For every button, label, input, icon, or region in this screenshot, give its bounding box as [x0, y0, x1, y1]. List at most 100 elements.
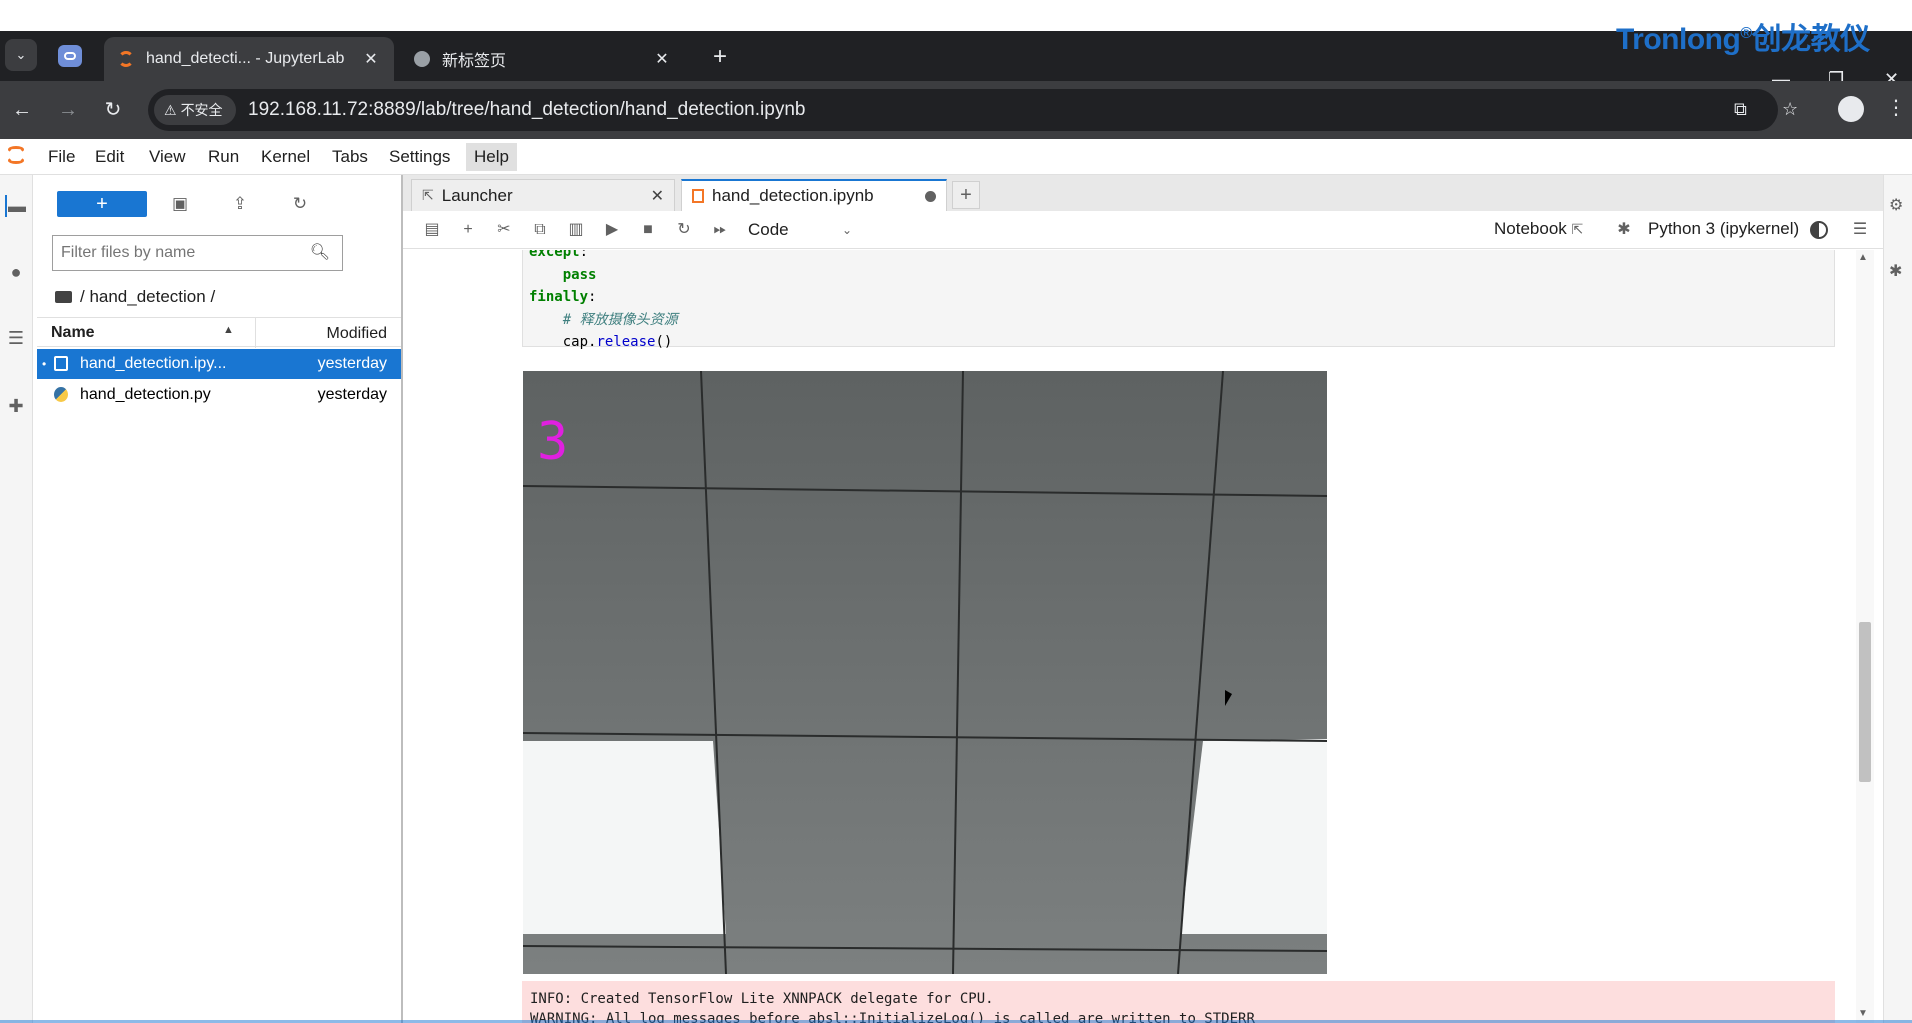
cut-icon[interactable]: ✂	[493, 219, 515, 241]
search-icon: 🔍︎	[309, 244, 330, 261]
insert-cell-icon[interactable]: +	[457, 219, 479, 241]
restart-icon[interactable]: ↻	[673, 219, 695, 241]
column-modified[interactable]: Modified	[327, 325, 387, 343]
left-sidebar: ▬ ● ☰ ✚	[0, 175, 33, 1023]
kernel-status-icon	[1810, 221, 1828, 239]
tab-label: Launcher	[441, 185, 513, 205]
file-list-header: Name ▲ Modified	[37, 317, 401, 348]
tab-label: hand_detection.ipynb	[712, 186, 874, 205]
tab-group-icon[interactable]	[58, 45, 82, 67]
stop-icon[interactable]: ■	[637, 219, 659, 241]
translate-icon[interactable]: ⧉	[1734, 99, 1747, 120]
back-arrow-icon[interactable]: ←	[8, 96, 36, 124]
menu-kernel[interactable]: Kernel	[253, 143, 318, 171]
security-chip[interactable]: ⚠ 不安全	[154, 95, 236, 125]
scroll-down-icon[interactable]: ▼	[1858, 1008, 1868, 1019]
new-launcher-button[interactable]: +	[57, 191, 147, 217]
copy-icon[interactable]: ⧉	[529, 219, 551, 241]
paste-icon[interactable]: ▥	[565, 219, 587, 241]
finger-count-text: 3	[537, 412, 568, 472]
code-line: pass	[562, 266, 597, 283]
notebook-scrollbar[interactable]: ▲ ▼	[1856, 250, 1874, 1023]
tab-close-icon[interactable]: ✕	[653, 49, 671, 69]
sort-ascending-icon: ▲	[223, 324, 234, 336]
jupyter-logo-icon	[6, 144, 26, 168]
scrollbar-thumb[interactable]	[1859, 622, 1871, 782]
new-tab-button[interactable]: +	[706, 44, 734, 72]
running-dot-icon: •	[42, 357, 47, 371]
cell-type-select[interactable]: Code ⌄	[748, 218, 858, 242]
running-kernels-icon[interactable]: ●	[5, 261, 27, 283]
tab-launcher[interactable]: ⇱ Launcher ✕	[411, 179, 675, 211]
address-bar: ← → ↻ ⚠ 不安全 192.168.11.72:8889/lab/tree/…	[0, 81, 1912, 139]
forward-arrow-icon[interactable]: →	[54, 96, 82, 124]
column-name[interactable]: Name	[51, 324, 95, 342]
external-link-icon: ⇱	[1571, 221, 1584, 237]
ceiling-photo: 3	[523, 371, 1327, 974]
kernel-name[interactable]: Python 3 (ipykernel)	[1648, 219, 1799, 239]
add-tab-button[interactable]: +	[952, 181, 980, 209]
mouse-cursor-icon	[1225, 690, 1232, 706]
browser-tab-new[interactable]: 新标签页 ✕	[400, 37, 685, 81]
menu-view[interactable]: View	[141, 143, 194, 171]
breadcrumb[interactable]: / hand_detection /	[55, 287, 215, 307]
save-icon[interactable]: ▤	[421, 219, 443, 241]
external-link-icon: ⇱	[422, 187, 434, 203]
debugger-bug-icon[interactable]: ✱	[1613, 219, 1635, 241]
tab-close-icon[interactable]: ✕	[362, 49, 380, 69]
jupyter-menubar: File Edit View Run Kernel Tabs Settings …	[0, 139, 1912, 175]
table-of-contents-icon[interactable]: ☰	[5, 327, 27, 349]
extensions-puzzle-icon[interactable]: ✚	[5, 395, 27, 417]
menu-run[interactable]: Run	[200, 143, 247, 171]
folder-icon[interactable]: ▬	[5, 195, 27, 217]
unsaved-dot-icon[interactable]	[925, 190, 936, 202]
fast-forward-icon[interactable]: ⏩︎	[709, 219, 731, 241]
menu-settings[interactable]: Settings	[381, 143, 458, 171]
reload-icon[interactable]: ↻	[99, 96, 127, 124]
tab-search-button[interactable]: ⌄	[5, 39, 37, 71]
filter-input[interactable]	[61, 242, 301, 264]
refresh-icon[interactable]: ↻	[287, 191, 313, 217]
menu-edit[interactable]: Edit	[87, 143, 132, 171]
file-name: hand_detection.py	[80, 386, 211, 403]
code-line: # 释放摄像头资源	[562, 311, 678, 328]
main-area: ⇱ Launcher ✕ hand_detection.ipynb + ▤ + …	[403, 175, 1883, 1023]
profile-avatar-icon[interactable]	[1838, 96, 1864, 122]
python-file-icon	[54, 387, 68, 402]
screen: ⌄ hand_detecti... - JupyterLab ✕ 新标签页 ✕ …	[0, 0, 1912, 1023]
menu-help[interactable]: Help	[466, 143, 517, 171]
upload-icon[interactable]: ⇪	[227, 191, 253, 217]
tab-close-icon[interactable]: ✕	[651, 186, 664, 206]
new-folder-icon[interactable]: ▣	[167, 191, 193, 217]
debugger-icon[interactable]: ✱	[1889, 261, 1909, 281]
menu-file[interactable]: File	[40, 143, 83, 171]
url-text[interactable]: 192.168.11.72:8889/lab/tree/hand_detecti…	[248, 99, 805, 121]
cell-type-value: Code	[748, 220, 789, 239]
run-icon[interactable]: ▶	[601, 219, 623, 241]
notebook-label: Notebook	[1494, 219, 1567, 238]
notebook-toolbar: ▤ + ✂ ⧉ ▥ ▶ ■ ↻ ⏩︎ Code ⌄ Notebook ⇱ ✱ P…	[403, 211, 1883, 249]
bookmark-star-icon[interactable]: ☆	[1782, 99, 1798, 120]
menu-tabs[interactable]: Tabs	[324, 143, 376, 171]
file-row[interactable]: • hand_detection.ipy... yesterday	[37, 349, 401, 379]
notebook-content[interactable]: except: pass finally: # 释放摄像头资源 cap.rele…	[403, 250, 1883, 1023]
property-inspector-gears-icon[interactable]: ⚙	[1889, 195, 1909, 215]
stderr-output: INFO: Created TensorFlow Lite XNNPACK de…	[522, 981, 1835, 1023]
notebook-icon	[692, 189, 704, 203]
file-row[interactable]: hand_detection.py yesterday	[37, 380, 401, 410]
menu-hamburger-icon[interactable]: ☰	[1849, 219, 1871, 241]
file-browser: + ▣ ⇪ ↻ 🔍︎ / hand_detection / Name ▲ Mod…	[33, 175, 403, 1023]
file-modified: yesterday	[317, 355, 387, 372]
open-notebook-button[interactable]: Notebook ⇱	[1494, 219, 1583, 239]
code-line: finally:	[529, 289, 597, 305]
browser-tab-jupyterlab[interactable]: hand_detecti... - JupyterLab ✕	[104, 37, 394, 81]
file-filter[interactable]: 🔍︎	[52, 235, 343, 271]
breadcrumb-path[interactable]: / hand_detection /	[80, 287, 215, 307]
jupyter-favicon-icon	[118, 51, 134, 67]
scroll-up-icon[interactable]: ▲	[1858, 252, 1868, 263]
browser-menu-icon[interactable]: ⋮	[1886, 95, 1906, 120]
folder-icon	[55, 291, 72, 303]
omnibox[interactable]: ⚠ 不安全 192.168.11.72:8889/lab/tree/hand_d…	[148, 89, 1798, 131]
tab-notebook[interactable]: hand_detection.ipynb	[681, 179, 947, 211]
code-cell[interactable]: except: pass finally: # 释放摄像头资源 cap.rele…	[522, 250, 1835, 350]
